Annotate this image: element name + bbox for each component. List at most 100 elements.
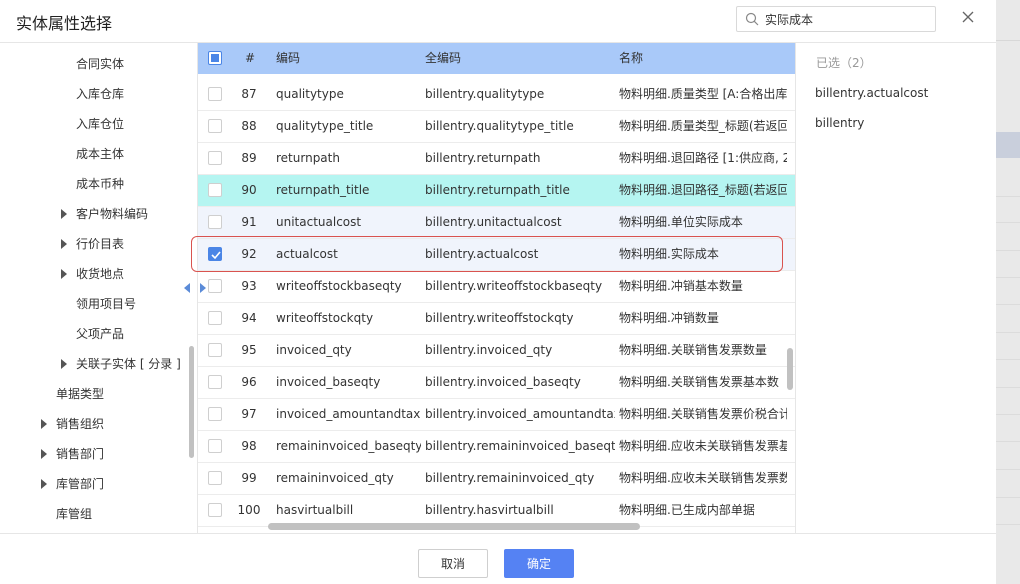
tree-item[interactable]: 成本币种 — [76, 174, 124, 194]
row-code: returnpath — [276, 151, 340, 165]
tree-item-label: 关联子实体 [ 分录 ] — [76, 357, 181, 371]
tree-item[interactable]: 客户物料编码 — [61, 204, 149, 224]
tree-item[interactable]: 父项产品 — [76, 324, 124, 344]
expand-arrow-icon[interactable] — [61, 209, 67, 219]
table-row[interactable]: 90 returnpath_title billentry.returnpath_t… — [198, 175, 795, 207]
row-name: 物料明细.质量类型 [A:合格出库, — [619, 87, 787, 101]
table-row[interactable]: 91 unitactualcost billentry.unitactualcost… — [198, 207, 795, 239]
row-checkbox[interactable] — [208, 87, 222, 101]
table-row[interactable]: 89 returnpath billentry.returnpath 物料明细.退回路… — [198, 143, 795, 175]
select-all-checkbox[interactable] — [208, 51, 222, 65]
tree-item[interactable]: 合同实体 — [76, 54, 124, 74]
row-checkbox[interactable] — [208, 439, 222, 453]
row-full-code: billentry.invoiced_baseqty — [425, 375, 581, 389]
expand-arrow-icon[interactable] — [61, 359, 67, 369]
row-checkbox[interactable] — [208, 183, 222, 197]
row-number: 100 — [237, 503, 261, 517]
row-code: invoiced_baseqty — [276, 375, 381, 389]
ok-button[interactable]: 确定 — [504, 549, 574, 578]
row-full-code: billentry.hasvirtualbill — [425, 503, 554, 517]
tree-item[interactable]: 入库仓位 — [76, 114, 124, 134]
row-name: 物料明细.质量类型_标题(若返回 — [619, 119, 787, 133]
tree-item[interactable]: 库管组 — [56, 504, 92, 524]
row-checkbox[interactable] — [208, 343, 222, 357]
row-checkbox[interactable] — [208, 215, 222, 229]
table-vertical-scrollbar[interactable] — [787, 348, 793, 390]
background-divider — [996, 524, 1020, 525]
tree-item-label: 入库仓库 — [76, 87, 125, 101]
table-row[interactable]: 96 invoiced_baseqty billentry.invoiced_bas… — [198, 367, 795, 399]
search-input[interactable] — [765, 12, 925, 26]
entity-tree: 合同实体 入库仓库 入库仓位 成本主体 成本币种 客户物料编码 行价目表 收货地… — [0, 43, 196, 533]
tree-item[interactable]: 入库仓库 — [76, 84, 124, 104]
row-checkbox[interactable] — [208, 471, 222, 485]
tree-item[interactable]: 成本主体 — [76, 144, 124, 164]
tree-item[interactable]: 领用项目号 — [76, 294, 136, 314]
selected-item[interactable]: billentry.actualcost — [815, 86, 928, 100]
selected-item[interactable]: billentry — [815, 116, 864, 130]
row-number: 95 — [241, 343, 257, 357]
tree-item-label: 客户物料编码 — [76, 207, 149, 221]
table-row[interactable]: 94 writeoffstockqty billentry.writeoffstoc… — [198, 303, 795, 335]
tree-item[interactable]: 单据类型 — [56, 384, 104, 404]
tree-item-label: 库管部门 — [56, 477, 105, 491]
table-horizontal-scrollbar[interactable] — [268, 523, 640, 530]
row-code: remaininvoiced_baseqty — [276, 439, 421, 453]
row-name: 物料明细.单位实际成本 — [619, 215, 743, 229]
row-checkbox[interactable] — [208, 151, 222, 165]
tree-item-label: 领用项目号 — [76, 297, 137, 311]
search-box[interactable] — [736, 6, 936, 32]
row-number: 99 — [241, 471, 257, 485]
row-checkbox[interactable] — [208, 311, 222, 325]
header-code: 编码 — [276, 51, 301, 65]
attribute-table: # 编码 全编码 名称 87 qualitytype billentry.quali… — [197, 43, 796, 533]
row-number: 91 — [241, 215, 257, 229]
expand-arrow-icon[interactable] — [61, 269, 67, 279]
tree-item[interactable]: 销售组织 — [41, 414, 104, 434]
tree-item[interactable]: 行价目表 — [61, 234, 124, 254]
table-row[interactable]: 95 invoiced_qty billentry.invoiced_qty 物料明细… — [198, 335, 795, 367]
tree-item-label: 收货地点 — [76, 267, 125, 281]
background-divider — [996, 222, 1020, 223]
row-code: writeoffstockqty — [276, 311, 374, 325]
table-row[interactable]: 87 qualitytype billentry.qualitytype 物料明细.质… — [198, 79, 795, 111]
dialog-title: 实体属性选择 — [16, 14, 113, 33]
tree-item[interactable]: 关联子实体 [ 分录 ] — [61, 354, 181, 374]
row-name: 物料明细.关联销售发票数量 — [619, 343, 767, 357]
table-row[interactable]: 92 actualcost billentry.actualcost 物料明细.实际成… — [198, 239, 795, 271]
row-code: returnpath_title — [276, 183, 370, 197]
expand-arrow-icon[interactable] — [61, 239, 67, 249]
tree-item[interactable]: 库管部门 — [41, 474, 105, 494]
background-divider — [996, 387, 1020, 388]
collapse-left-icon[interactable] — [184, 283, 190, 293]
tree-item[interactable]: 收货地点 — [61, 264, 125, 284]
table-row[interactable]: 88 qualitytype_title billentry.qualitytype… — [198, 111, 795, 143]
expand-arrow-icon[interactable] — [41, 449, 47, 459]
table-row[interactable]: 99 remaininvoiced_qty billentry.remaininvo… — [198, 463, 795, 495]
expand-arrow-icon[interactable] — [41, 419, 47, 429]
tree-item[interactable]: 销售部门 — [41, 444, 104, 464]
tree-item-label: 合同实体 — [76, 57, 125, 71]
tree-scrollbar[interactable] — [189, 346, 194, 458]
expand-arrow-icon[interactable] — [41, 479, 47, 489]
row-full-code: billentry.returnpath_title — [425, 183, 570, 197]
row-checkbox[interactable] — [208, 407, 222, 421]
row-number: 87 — [241, 87, 257, 101]
row-checkbox[interactable] — [208, 503, 222, 517]
row-checkbox[interactable] — [208, 279, 222, 293]
row-checkbox[interactable] — [208, 375, 222, 389]
row-checkbox[interactable] — [208, 119, 222, 133]
background-divider — [996, 277, 1020, 278]
entity-attribute-dialog: 实体属性选择 合同实体 入库仓库 入库仓位 成本主体 成本币种 客户物料编码 行… — [0, 0, 996, 584]
row-name: 物料明细.关联销售发票价税合计 — [619, 407, 787, 421]
table-row[interactable]: 98 remaininvoiced_baseqty billentry.remain… — [198, 431, 795, 463]
background-divider — [996, 40, 1020, 41]
close-button[interactable] — [958, 8, 978, 28]
table-row[interactable]: 97 invoiced_amountandtax billentry.invoice… — [198, 399, 795, 431]
cancel-button[interactable]: 取消 — [418, 549, 488, 578]
row-name: 物料明细.退回路径_标题(若返回 — [619, 183, 787, 197]
collapse-right-icon[interactable] — [200, 283, 206, 293]
row-checkbox[interactable] — [208, 247, 222, 261]
row-full-code: billentry.writeoffstockqty — [425, 311, 574, 325]
table-row[interactable]: 93 writeoffstockbaseqty billentry.writeoff… — [198, 271, 795, 303]
